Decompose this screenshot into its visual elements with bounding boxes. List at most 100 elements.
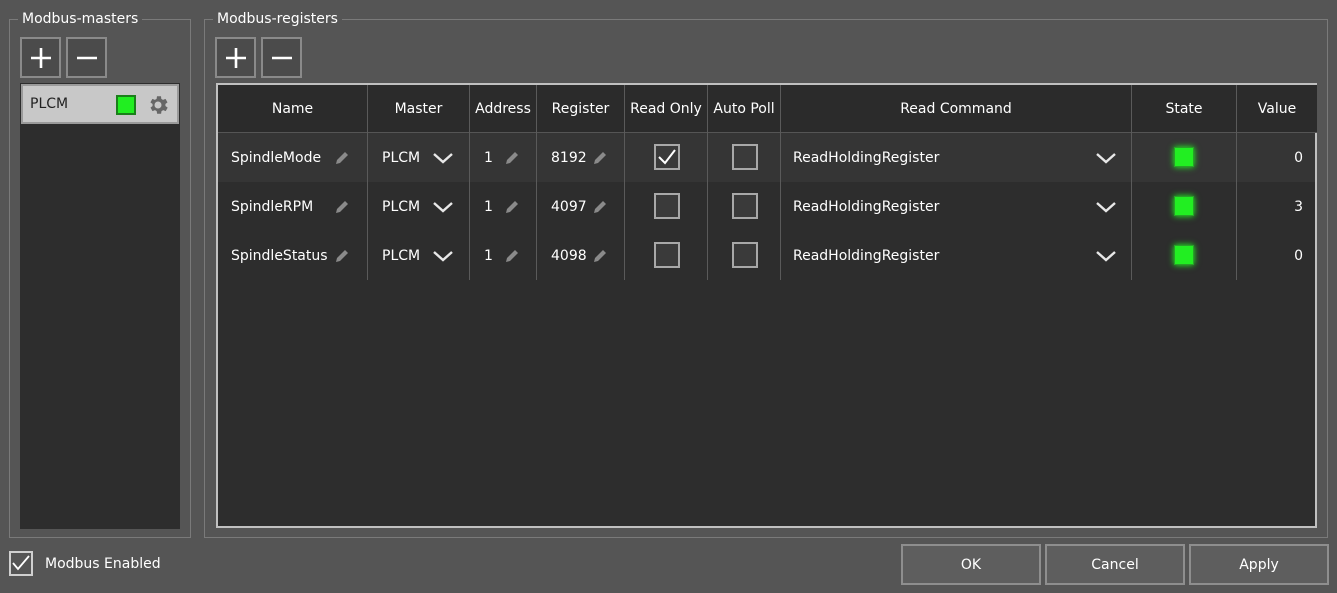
master-item-label: PLCM — [30, 96, 69, 112]
read-only-checkbox[interactable] — [654, 144, 680, 170]
ok-button[interactable]: OK — [901, 544, 1041, 585]
pencil-icon[interactable] — [592, 248, 608, 264]
chevron-down-icon — [433, 153, 453, 164]
read-command-value: ReadHoldingRegister — [793, 149, 940, 166]
register-value: 4098 — [551, 247, 587, 264]
auto-poll-cell — [708, 182, 781, 231]
read-only-cell — [625, 133, 708, 182]
register-name: SpindleMode — [231, 149, 322, 166]
read-command-dropdown[interactable]: ReadHoldingRegister — [781, 133, 1132, 182]
register-cell[interactable]: 8192 — [537, 133, 625, 182]
read-only-cell — [625, 231, 708, 280]
column-header-state[interactable]: State — [1132, 85, 1237, 133]
minus-icon — [76, 56, 97, 59]
auto-poll-checkbox[interactable] — [732, 193, 758, 219]
address-cell[interactable]: 1 — [470, 182, 537, 231]
pencil-icon[interactable] — [334, 248, 350, 264]
table-header: Name Master Address Register Read Only A… — [218, 85, 1317, 133]
gear-icon[interactable] — [146, 93, 170, 117]
name-cell[interactable]: SpindleMode — [218, 133, 368, 182]
address-value: 1 — [484, 198, 493, 215]
pencil-icon[interactable] — [504, 150, 520, 166]
read-only-cell — [625, 182, 708, 231]
cancel-button[interactable]: Cancel — [1045, 544, 1185, 585]
add-register-button[interactable] — [215, 37, 256, 78]
chevron-down-icon — [433, 202, 453, 213]
column-header-value[interactable]: Value — [1237, 85, 1317, 133]
column-header-master[interactable]: Master — [368, 85, 470, 133]
check-icon — [12, 555, 30, 571]
read-command-value: ReadHoldingRegister — [793, 247, 940, 264]
register-name: SpindleStatus — [231, 247, 328, 264]
read-only-checkbox[interactable] — [654, 193, 680, 219]
add-master-button[interactable] — [20, 37, 61, 78]
table-row[interactable]: SpindleRPM PLCM 1 4097 ReadHoldingRegist… — [218, 182, 1315, 231]
column-header-register[interactable]: Register — [537, 85, 625, 133]
plus-icon — [30, 47, 51, 68]
master-dropdown[interactable]: PLCM — [368, 231, 470, 280]
register-name: SpindleRPM — [231, 198, 314, 215]
state-cell — [1132, 182, 1237, 231]
auto-poll-checkbox[interactable] — [732, 242, 758, 268]
modbus-registers-group: Modbus-registers Name Master Address Reg… — [204, 9, 1328, 538]
state-indicator — [1174, 245, 1194, 265]
value-text: 0 — [1294, 247, 1303, 264]
remove-register-button[interactable] — [261, 37, 302, 78]
pencil-icon[interactable] — [592, 199, 608, 215]
modbus-masters-group: Modbus-masters PLCM — [9, 9, 191, 538]
apply-button[interactable]: Apply — [1189, 544, 1329, 585]
read-only-checkbox[interactable] — [654, 242, 680, 268]
column-header-name[interactable]: Name — [218, 85, 368, 133]
value-cell: 0 — [1237, 133, 1315, 182]
address-cell[interactable]: 1 — [470, 133, 537, 182]
master-value: PLCM — [382, 247, 421, 264]
modbus-registers-title: Modbus-registers — [213, 9, 342, 29]
address-cell[interactable]: 1 — [470, 231, 537, 280]
read-command-dropdown[interactable]: ReadHoldingRegister — [781, 182, 1132, 231]
master-dropdown[interactable]: PLCM — [368, 133, 470, 182]
registers-table: Name Master Address Register Read Only A… — [216, 83, 1317, 528]
table-row[interactable]: SpindleStatus PLCM 1 4098 ReadHoldingReg… — [218, 231, 1315, 280]
pencil-icon[interactable] — [334, 150, 350, 166]
pencil-icon[interactable] — [504, 248, 520, 264]
chevron-down-icon — [433, 251, 453, 262]
value-text: 0 — [1294, 149, 1303, 166]
column-header-address[interactable]: Address — [470, 85, 537, 133]
auto-poll-cell — [708, 231, 781, 280]
read-command-value: ReadHoldingRegister — [793, 198, 940, 215]
master-value: PLCM — [382, 149, 421, 166]
column-header-read-only[interactable]: Read Only — [625, 85, 708, 133]
state-cell — [1132, 133, 1237, 182]
modbus-enabled-checkbox[interactable] — [9, 551, 33, 576]
state-indicator — [1174, 147, 1194, 167]
master-dropdown[interactable]: PLCM — [368, 182, 470, 231]
plus-icon — [225, 47, 246, 68]
register-cell[interactable]: 4098 — [537, 231, 625, 280]
column-header-read-command[interactable]: Read Command — [781, 85, 1132, 133]
modbus-enabled-label: Modbus Enabled — [45, 556, 161, 572]
name-cell[interactable]: SpindleRPM — [218, 182, 368, 231]
master-item-plcm[interactable]: PLCM — [21, 84, 179, 124]
name-cell[interactable]: SpindleStatus — [218, 231, 368, 280]
pencil-icon[interactable] — [504, 199, 520, 215]
read-command-dropdown[interactable]: ReadHoldingRegister — [781, 231, 1132, 280]
address-value: 1 — [484, 149, 493, 166]
table-row[interactable]: SpindleMode PLCM 1 8192 ReadHoldingRegis… — [218, 133, 1315, 182]
register-cell[interactable]: 4097 — [537, 182, 625, 231]
auto-poll-checkbox[interactable] — [732, 144, 758, 170]
address-value: 1 — [484, 247, 493, 264]
auto-poll-cell — [708, 133, 781, 182]
state-cell — [1132, 231, 1237, 280]
master-status-indicator — [116, 95, 136, 115]
value-text: 3 — [1294, 198, 1303, 215]
remove-master-button[interactable] — [66, 37, 107, 78]
check-icon — [658, 149, 676, 165]
master-list: PLCM — [20, 83, 180, 529]
register-value: 8192 — [551, 149, 587, 166]
register-value: 4097 — [551, 198, 587, 215]
column-header-auto-poll[interactable]: Auto Poll — [708, 85, 781, 133]
pencil-icon[interactable] — [592, 150, 608, 166]
chevron-down-icon — [1096, 153, 1116, 164]
state-indicator — [1174, 196, 1194, 216]
pencil-icon[interactable] — [334, 199, 350, 215]
